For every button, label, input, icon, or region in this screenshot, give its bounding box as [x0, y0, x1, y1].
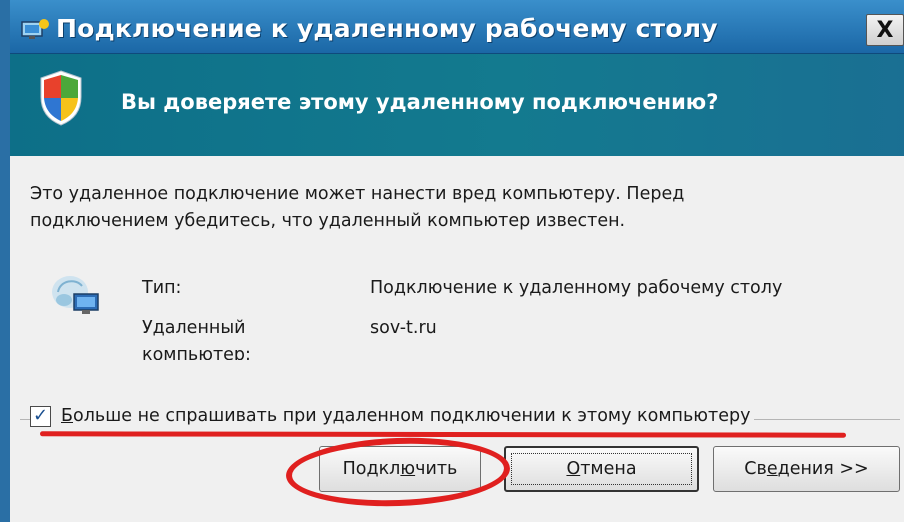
description-line-1: Это удаленное подключение может нанести … — [30, 184, 685, 204]
connect-button[interactable]: Подключить — [319, 446, 481, 492]
remote-computer-value: sov-t.ru — [370, 318, 437, 338]
remote-label-line-1: Удаленный — [142, 318, 246, 338]
connect-label-part-2: чить — [415, 459, 458, 479]
window-title: Подключение к удаленному рабочему столу — [56, 14, 718, 43]
remote-label-line-2: компьютер: — [142, 345, 251, 360]
security-shield-icon — [38, 69, 84, 127]
close-icon: X — [876, 17, 894, 43]
type-label: Тип: — [142, 278, 182, 298]
remote-computer-icon — [48, 272, 108, 322]
connect-accesskey: ю — [400, 459, 416, 479]
details-label-part-1: Св — [744, 459, 767, 479]
remote-desktop-icon — [20, 18, 52, 42]
connect-label-part-1: Подкл — [342, 459, 401, 479]
details-label: Сведения >> — [744, 459, 868, 479]
dont-ask-checkbox[interactable]: ✓ — [30, 405, 51, 427]
header-banner: Вы доверяете этому удаленному подключени… — [10, 54, 904, 156]
close-button[interactable]: X — [866, 14, 904, 46]
details-label-part-2: дения >> — [777, 459, 869, 479]
dont-ask-label[interactable]: Больше не спрашивать при удаленном подкл… — [61, 406, 750, 426]
type-value: Подключение к удаленному рабочему столу — [370, 278, 783, 298]
dont-ask-again-option[interactable]: ✓ Больше не спрашивать при удаленном под… — [30, 400, 755, 432]
title-bar[interactable]: Подключение к удаленному рабочему столу … — [10, 0, 904, 54]
dont-ask-label-text: ольше не спрашивать при удаленном подклю… — [73, 406, 751, 426]
trust-question: Вы доверяете этому удаленному подключени… — [121, 90, 719, 114]
details-accesskey: е — [766, 459, 778, 479]
description-line-2: подключением убедитесь, что удаленный ко… — [30, 211, 626, 231]
connect-label: Подключить — [343, 459, 458, 479]
remote-desktop-warning-dialog: Подключение к удаленному рабочему столу … — [0, 0, 904, 522]
cancel-button[interactable]: Отмена — [504, 446, 699, 492]
dont-ask-accesskey: Б — [61, 406, 74, 426]
warning-description: Это удаленное подключение может нанести … — [30, 181, 860, 235]
annotation-red-underline — [39, 431, 847, 438]
checkmark-icon: ✓ — [32, 405, 49, 426]
details-button[interactable]: Сведения >> — [713, 446, 900, 492]
focus-rectangle — [511, 453, 692, 485]
remote-computer-label: Удаленный компьютер: — [142, 315, 302, 360]
